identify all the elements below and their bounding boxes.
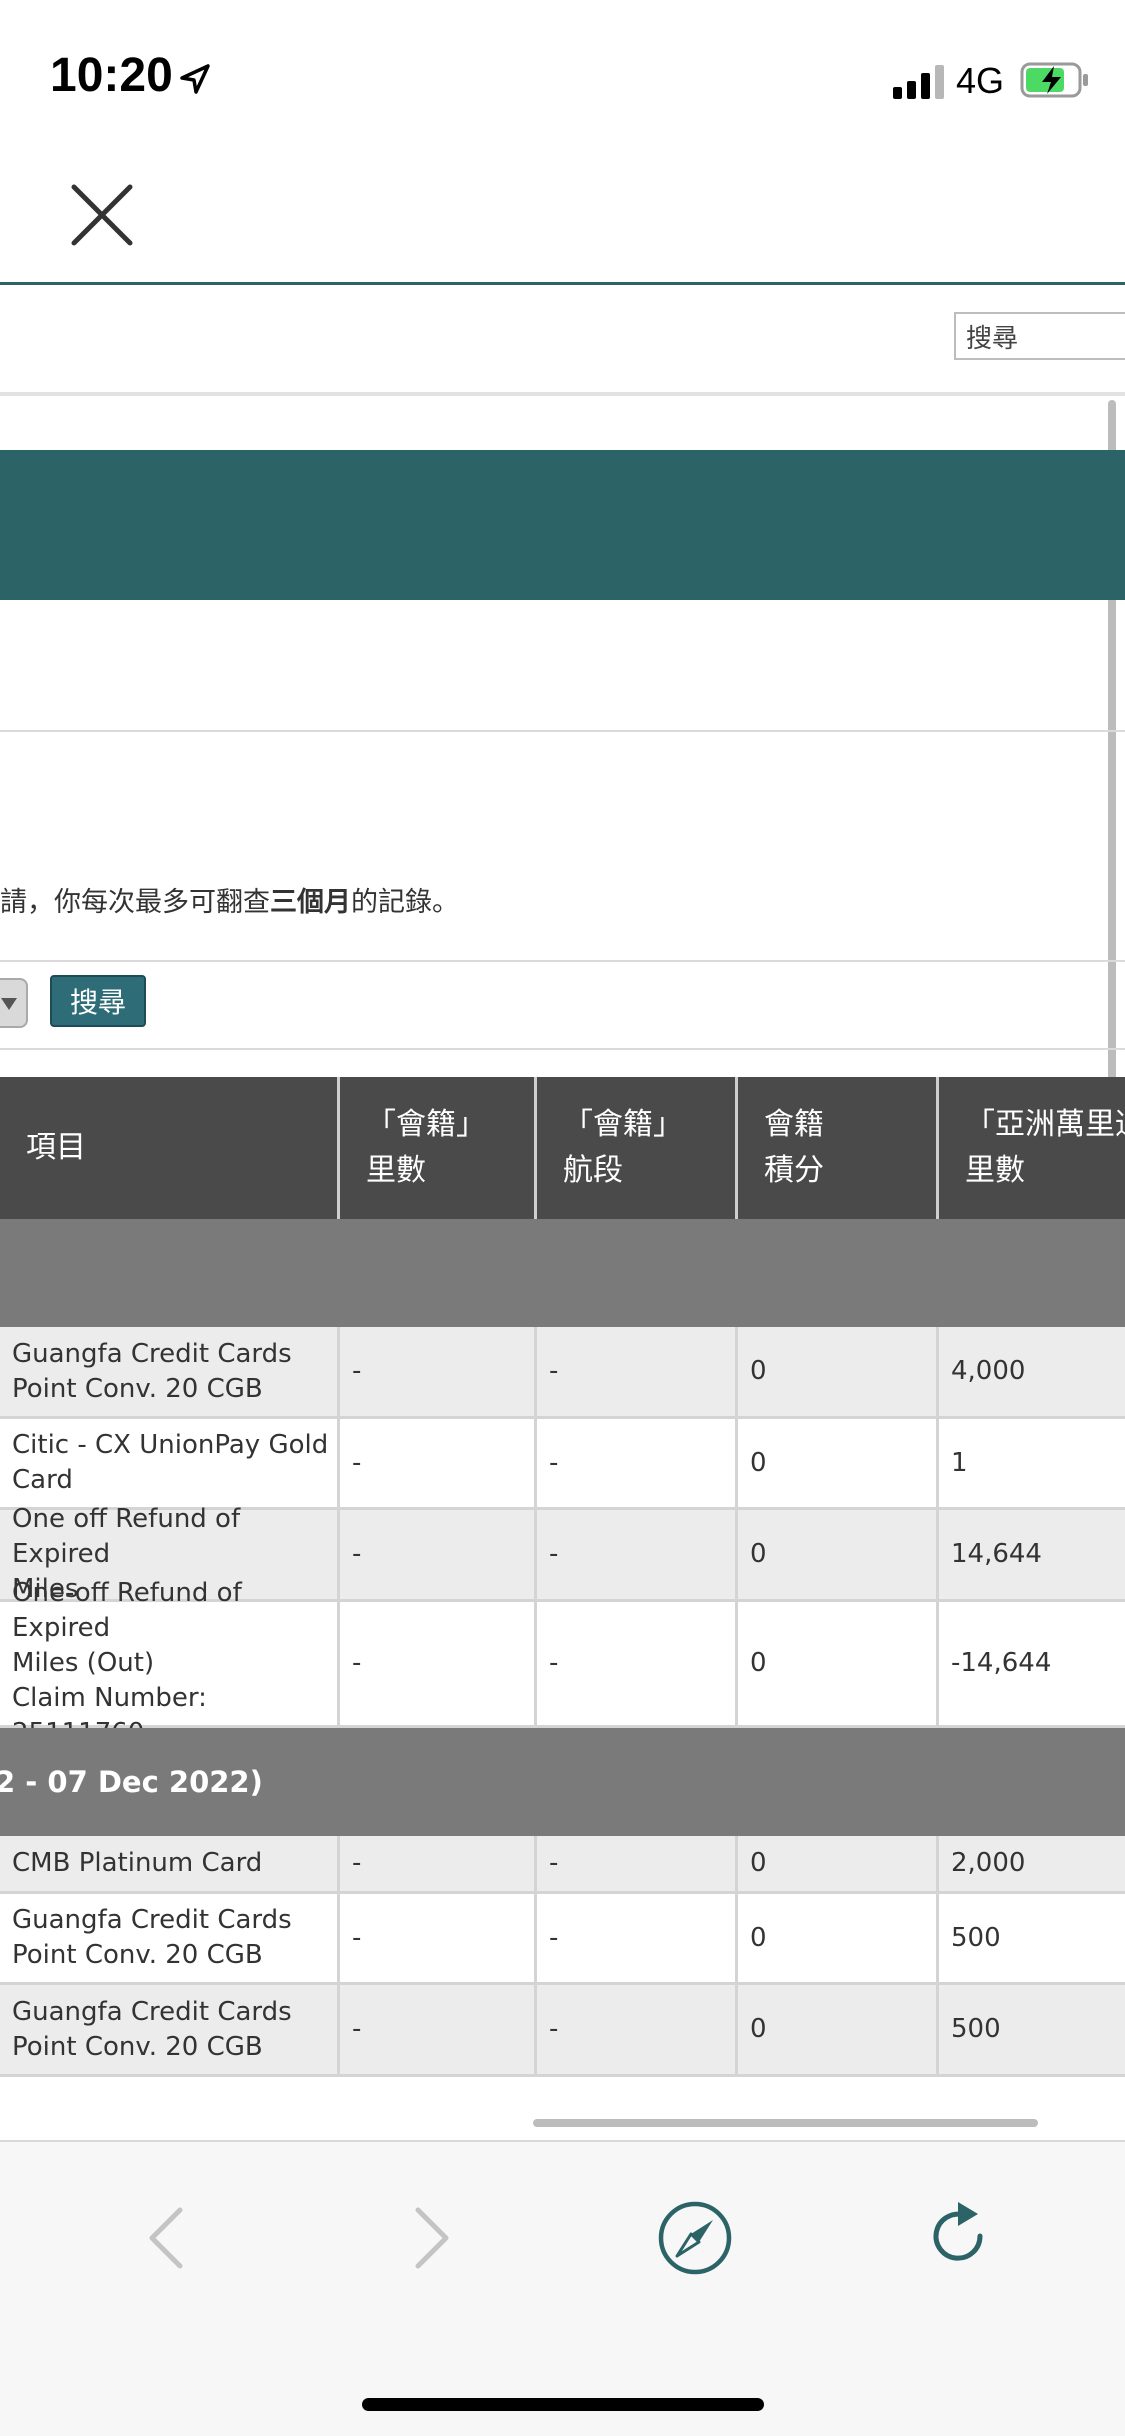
- cell-membership-miles: -: [340, 1327, 537, 1416]
- cell-asia-miles: 2,000: [951, 1848, 1026, 1878]
- note-prefix: 請，你每次最多可翻查: [0, 887, 270, 918]
- table-header-points: 會籍 積分: [738, 1077, 939, 1219]
- cell-membership-sectors: -: [537, 1985, 738, 2074]
- table-header-row: 項目 「會籍」 里數 「會籍」 航段 會籍 積分 「亞洲萬里通 里數: [0, 1077, 1125, 1219]
- cell-membership-sectors: -: [537, 1894, 738, 1982]
- table-header-item: 項目: [0, 1077, 340, 1219]
- reload-icon[interactable]: [920, 2198, 1000, 2278]
- table-row: CMB Platinum Card - - 0 2,000: [0, 1836, 1125, 1894]
- cell-membership-sectors: -: [537, 1327, 738, 1416]
- status-bar: 10:20 4G: [0, 0, 1125, 150]
- cell-item: One-off Refund of Expired Miles (Out) Cl…: [0, 1578, 340, 1748]
- table-row: Citic - CX UnionPay Gold Card - - 0 1: [0, 1419, 1125, 1510]
- battery-charging-icon: [1020, 62, 1088, 98]
- horizontal-scrollbar[interactable]: [533, 2119, 1038, 2127]
- search-input[interactable]: [954, 312, 1125, 360]
- page-banner: [0, 450, 1125, 600]
- table-row: One-off Refund of Expired Miles (Out) Cl…: [0, 1578, 1125, 1748]
- note-suffix: 的記錄。: [351, 887, 459, 918]
- divider: [0, 960, 1125, 962]
- cell-points: 0: [738, 1836, 939, 1891]
- search-button[interactable]: 搜尋: [50, 975, 146, 1027]
- cell-asia-miles: 500: [951, 2014, 1001, 2044]
- table-row: Guangfa Credit Cards Point Conv. 20 CGB …: [0, 1327, 1125, 1419]
- table-group-row: [0, 1219, 1125, 1327]
- cell-points: 0: [738, 1419, 939, 1507]
- cell-asia-miles: 1: [951, 1447, 968, 1478]
- network-type: 4G: [956, 60, 1005, 101]
- home-indicator[interactable]: [362, 2398, 764, 2411]
- table-row: Guangfa Credit Cards Point Conv. 20 CGB …: [0, 1985, 1125, 2077]
- cell-points: 0: [738, 1510, 939, 1599]
- compass-icon[interactable]: [655, 2198, 735, 2278]
- cell-points: 0: [738, 1985, 939, 2074]
- chevron-down-icon: [1, 998, 17, 1010]
- cell-asia-miles: 4,000: [951, 1356, 1026, 1386]
- cell-item: Guangfa Credit Cards Point Conv. 20 CGB: [0, 1985, 340, 2074]
- cell-points: 0: [738, 1602, 939, 1725]
- cell-asia-miles: 14,644: [951, 1539, 1042, 1569]
- table-header-asia-miles: 「亞洲萬里通 里數: [965, 1107, 1125, 1188]
- cell-item: CMB Platinum Card: [0, 1836, 340, 1891]
- cell-item: Guangfa Credit Cards Point Conv. 20 CGB: [0, 1894, 340, 1982]
- cell-membership-sectors: -: [537, 1602, 738, 1725]
- cell-membership-miles: -: [340, 1985, 537, 2074]
- cell-membership-sectors: -: [537, 1836, 738, 1891]
- divider: [0, 392, 1125, 396]
- browser-toolbar: [0, 2140, 1125, 2436]
- table-header-membership-miles: 「會籍」 里數: [340, 1077, 537, 1219]
- cell-item: Citic - CX UnionPay Gold Card: [0, 1419, 340, 1507]
- cell-membership-miles: -: [340, 1836, 537, 1891]
- table-row: Guangfa Credit Cards Point Conv. 20 CGB …: [0, 1894, 1125, 1985]
- cell-membership-miles: -: [340, 1602, 537, 1725]
- header-divider: [0, 282, 1125, 285]
- cell-item: Guangfa Credit Cards Point Conv. 20 CGB: [0, 1327, 340, 1416]
- divider: [0, 1048, 1125, 1050]
- group-period-title: 2 - 07 Dec 2022): [0, 1765, 263, 1799]
- note-bold: 三個月: [270, 887, 351, 918]
- table-group-row: 2 - 07 Dec 2022): [0, 1728, 1125, 1836]
- cell-membership-miles: -: [340, 1894, 537, 1982]
- cellular-signal-icon: [893, 65, 945, 99]
- status-time: 10:20: [50, 49, 173, 102]
- close-icon[interactable]: [70, 183, 134, 247]
- location-arrow-icon: [180, 64, 210, 94]
- cell-membership-miles: -: [340, 1510, 537, 1599]
- cell-asia-miles: -14,644: [951, 1648, 1052, 1678]
- cell-asia-miles: 500: [951, 1922, 1001, 1953]
- cell-membership-miles: -: [340, 1419, 537, 1507]
- divider: [0, 730, 1125, 732]
- table-header-membership-sectors: 「會籍」 航段: [537, 1077, 738, 1219]
- cell-points: 0: [738, 1894, 939, 1982]
- forward-icon[interactable]: [390, 2198, 470, 2278]
- cell-membership-sectors: -: [537, 1510, 738, 1599]
- search-period-note: 請，你每次最多可翻查三個月的記錄。: [0, 880, 459, 919]
- back-icon[interactable]: [128, 2198, 208, 2278]
- cell-membership-sectors: -: [537, 1419, 738, 1507]
- cell-points: 0: [738, 1327, 939, 1416]
